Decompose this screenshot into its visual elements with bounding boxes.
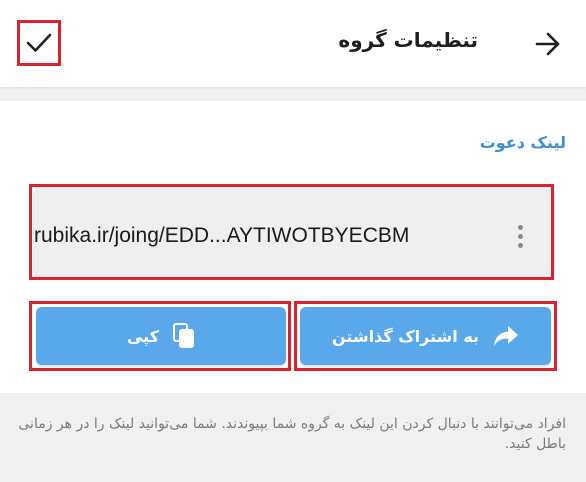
- link-options-button[interactable]: [508, 221, 532, 251]
- share-button[interactable]: به اشتراک گذاشتن: [300, 307, 551, 365]
- section-title-invite-link: لینک دعوت: [479, 133, 566, 152]
- copy-button[interactable]: کپی: [36, 307, 286, 365]
- app-header: تنظیمات گروه: [0, 0, 586, 87]
- back-button[interactable]: [532, 28, 564, 60]
- checkmark-icon: [26, 33, 52, 52]
- copy-icon: [173, 323, 195, 348]
- arrow-right-icon: [535, 32, 560, 56]
- copy-button-label: کپی: [126, 326, 160, 346]
- share-button-label: به اشتراک گذاشتن: [331, 326, 480, 346]
- share-arrow-icon: [494, 326, 519, 346]
- vertical-dots-icon: [517, 224, 523, 230]
- invite-link-note: افراد می‌توانند با دنبال کردن این لینک ب…: [18, 416, 566, 452]
- invite-link-card: لینک دعوت rubika.ir/joing/EDD...AYTIWOTB…: [0, 101, 586, 393]
- invite-link-text[interactable]: rubika.ir/joing/EDD...AYTIWOTBYECBM: [34, 224, 409, 248]
- confirm-button[interactable]: [17, 20, 61, 66]
- page-title: تنظیمات گروه: [338, 28, 478, 52]
